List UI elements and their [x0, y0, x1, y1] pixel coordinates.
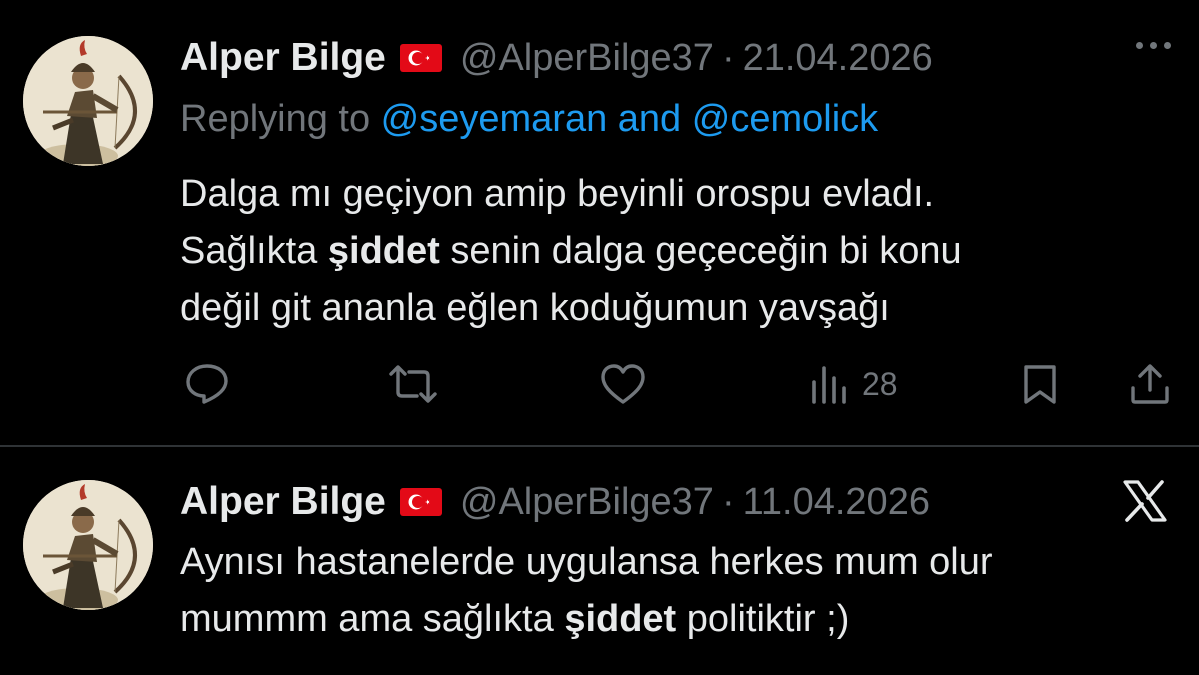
separator-dot: ·	[721, 481, 735, 523]
tweet-header: Alper Bilge @AlperBilge37 · 21.04.2026	[180, 36, 933, 80]
retweet-icon	[389, 365, 437, 403]
separator-dot: ·	[721, 37, 735, 79]
reply-icon	[186, 364, 228, 404]
views-count: 28	[862, 365, 898, 402]
bookmark-icon	[1024, 365, 1056, 404]
avatar[interactable]	[23, 480, 153, 610]
tweet-text-line: mummm ama sağlıkta şiddet politiktir ;)	[180, 598, 850, 640]
retweet-button[interactable]	[387, 362, 439, 406]
share-button[interactable]	[1128, 362, 1172, 406]
tweet-header: Alper Bilge @AlperBilge37 · 11.04.2026	[180, 480, 930, 524]
hashtag-bold-word: şiddet	[564, 598, 677, 640]
tweet-text: Aynısı hastanelerde uygulansa herkes mum…	[180, 534, 993, 648]
turkey-flag-icon	[399, 44, 442, 72]
reply-button[interactable]	[184, 362, 230, 406]
avatar-archer-image	[23, 36, 153, 166]
mention-link[interactable]: @cemolick	[692, 98, 878, 140]
tweet-reply[interactable]: Alper Bilge @AlperBilge37 · 21.04.2026 R…	[0, 0, 1199, 446]
more-icon[interactable]	[1136, 42, 1171, 49]
action-bar: 28	[0, 362, 1199, 406]
user-handle[interactable]: @AlperBilge37	[460, 37, 714, 80]
tweet-text-line: Dalga mı geçiyon amip beyinli orospu evl…	[180, 173, 935, 215]
tweet-text-line: değil git ananla eğlen koduğumun yavşağı	[180, 287, 890, 329]
tweet-date[interactable]: 11.04.2026	[743, 481, 930, 524]
display-name[interactable]: Alper Bilge	[180, 36, 386, 80]
mention-joiner[interactable]: and	[607, 98, 692, 140]
replying-to: Replying to @seyemaran and @cemolick	[180, 98, 878, 141]
avatar-archer-image	[23, 480, 153, 610]
x-logo-icon	[1121, 479, 1169, 528]
user-handle[interactable]: @AlperBilge37	[460, 481, 714, 524]
tweet-text: Dalga mı geçiyon amip beyinli orospu evl…	[180, 166, 962, 337]
hashtag-bold-word: şiddet	[327, 230, 440, 272]
views-icon	[812, 366, 846, 404]
like-icon	[601, 364, 645, 404]
bookmark-button[interactable]	[1020, 362, 1060, 406]
turkey-flag-icon	[399, 488, 442, 516]
views-button[interactable]: 28	[810, 362, 898, 406]
tweet-date[interactable]: 21.04.2026	[743, 37, 933, 80]
avatar[interactable]	[23, 36, 153, 166]
like-button[interactable]	[599, 362, 647, 406]
mention-link[interactable]: @seyemaran	[381, 98, 608, 140]
tweet-original[interactable]: Alper Bilge @AlperBilge37 · 11.04.2026 A…	[0, 447, 1199, 675]
display-name[interactable]: Alper Bilge	[180, 480, 386, 524]
tweet-text-line: Sağlıkta şiddet senin dalga geçeceğin bi…	[180, 230, 962, 272]
tweet-text-line: Aynısı hastanelerde uygulansa herkes mum…	[180, 541, 993, 583]
replying-to-label: Replying to	[180, 98, 381, 140]
share-icon	[1131, 364, 1169, 404]
